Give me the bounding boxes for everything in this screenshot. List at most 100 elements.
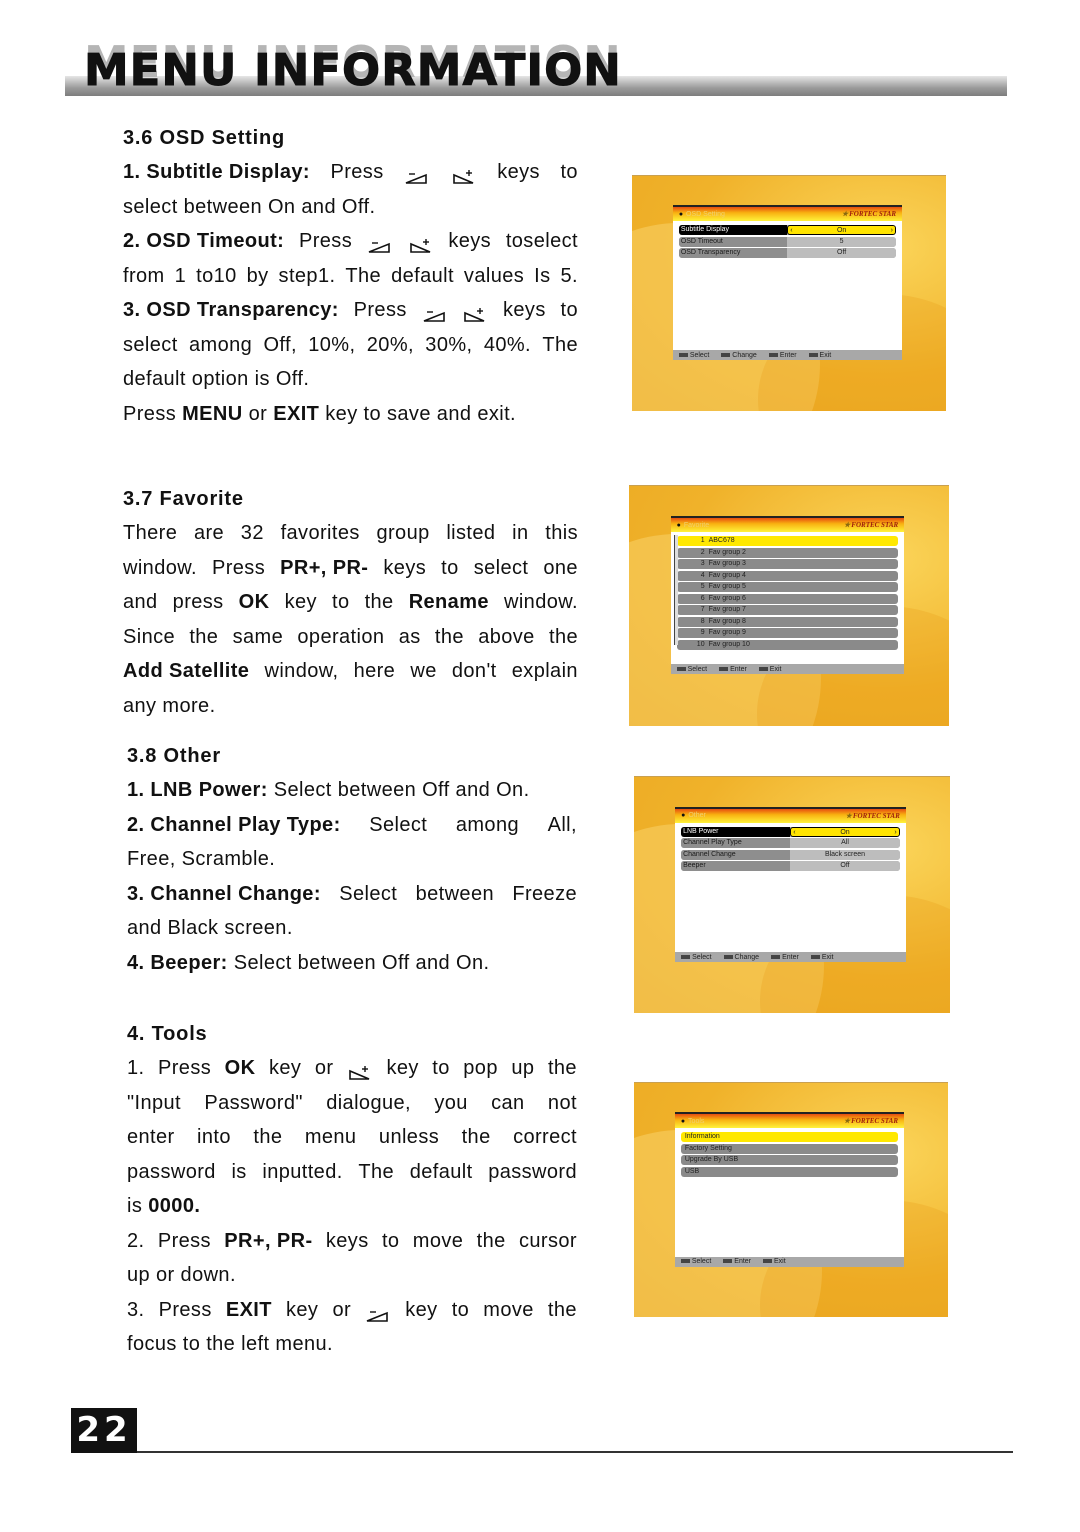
row-value-text: On	[840, 828, 850, 836]
text-word: Press	[157, 1229, 211, 1252]
bold-term: Add Satellite	[123, 660, 250, 682]
osd-key-help: Select Enter Exit	[670, 664, 905, 675]
text-line: 3. OSD Transparency: Press keys to	[123, 293, 578, 328]
text-word: the	[547, 1298, 577, 1321]
row-number: 1	[700, 537, 705, 544]
text-word: Select	[339, 882, 398, 905]
osd-window: Tools FORTEC STAR InformationFactory Setti…	[674, 1112, 905, 1267]
row-number: 2	[700, 548, 705, 556]
row-label: Fav group 7	[708, 606, 746, 613]
brand-logo: FORTEC STAR	[842, 210, 896, 218]
screenshot-tools: Tools FORTEC STAR InformationFactory Setti…	[634, 1082, 948, 1317]
volume-up-icon	[408, 232, 434, 254]
text-word: There	[123, 522, 178, 544]
osd-menu-list: Subtitle Display ‹ On › OSD Timeout 5 OSD Tran…	[673, 221, 902, 350]
text-word: group	[376, 522, 430, 544]
osd-title: Other	[681, 812, 706, 819]
osd-menu-row: OSD Timeout 5	[678, 236, 897, 247]
text-word: 32	[240, 522, 264, 544]
bold-term: MENU	[182, 402, 243, 425]
text-line: 4. Beeper: Select between Off and On.	[127, 946, 577, 981]
text-word: All,	[547, 813, 577, 836]
tools-menu-row: Upgrade By USB	[680, 1155, 899, 1166]
text-word: select	[123, 333, 178, 356]
favorite-group-row: 6 Fav group 6	[676, 593, 899, 604]
bold-term: OK	[238, 591, 270, 613]
text-word: move	[412, 1229, 464, 1252]
text-word: to	[441, 556, 459, 579]
text-word: don't	[451, 660, 497, 682]
key-hint: Select	[677, 666, 707, 673]
text-run: default option is Off.	[123, 368, 310, 390]
text-word: can	[491, 1091, 525, 1114]
row-label: OSD Timeout	[678, 236, 788, 247]
osd-title-bar: Favorite FORTEC STAR	[670, 516, 905, 532]
text-word: you	[434, 1091, 468, 1114]
text-run: Free, Scramble.	[127, 848, 276, 870]
text-word: to	[560, 299, 578, 321]
text-word: keys	[383, 556, 427, 579]
text-word: among	[188, 333, 253, 356]
tools-menu-row: Factory Setting	[680, 1143, 899, 1154]
osd-title: Favorite	[677, 522, 709, 529]
page-title: MENU INFORMATION	[83, 45, 622, 97]
text-word: cursor	[519, 1229, 577, 1252]
text-word: same	[232, 625, 284, 648]
text-word: favorites	[280, 522, 360, 544]
osd-menu-row: Subtitle Display ‹ On ›	[678, 225, 897, 236]
osd-title: OSD Setting	[679, 211, 725, 218]
bold-term: 0000.	[148, 1195, 201, 1217]
section-osd-setting: 3.6 OSD Setting 1. Subtitle Display: Press…	[123, 121, 578, 431]
text-word: up	[511, 1057, 535, 1079]
text-word: the	[189, 625, 219, 648]
text-line: 3. Channel Change: Select between Freeze	[127, 877, 577, 912]
favorite-group-row: 2 Fav group 2	[676, 547, 899, 558]
text-word: Press	[353, 299, 407, 321]
section-heading: 3.6 OSD Setting	[123, 127, 286, 149]
text-word: to	[432, 1057, 450, 1079]
osd-title: Tools	[681, 1118, 704, 1125]
row-label: LNB Power	[681, 826, 791, 837]
text-line: and press OK key to the Rename window.	[123, 585, 578, 620]
row-number: 10	[696, 640, 705, 648]
favorite-group-row: 4 Fav group 4	[676, 570, 899, 581]
row-value-text: On	[836, 227, 847, 235]
text-word: to	[560, 161, 578, 183]
text-line: Press MENU or EXIT key to save and exit.	[123, 397, 578, 432]
text-word: password	[127, 1160, 216, 1183]
bold-term: 4. Beeper:	[127, 951, 228, 974]
row-number: 3	[700, 560, 705, 567]
key-hint: Select	[681, 954, 711, 961]
row-number: 6	[700, 594, 705, 602]
volume-down-icon	[422, 301, 448, 323]
text-word: window.	[123, 556, 197, 579]
text-word: default	[391, 264, 454, 287]
text-run: or	[248, 402, 268, 425]
text-word: Press	[158, 1298, 212, 1321]
text-word: into	[197, 1126, 231, 1148]
osd-menu-list: Information Factory Setting Upgrade By USB…	[675, 1128, 904, 1256]
key-hint: Enter	[723, 1258, 751, 1265]
text-word: among	[455, 813, 519, 836]
text-word: key	[386, 1057, 419, 1079]
row-label: Fav group 5	[708, 583, 746, 590]
row-label: OSD Transparency	[678, 248, 788, 259]
bold-term: OK	[224, 1057, 256, 1079]
chevron-right-icon: ›	[890, 227, 894, 235]
text-word: the	[461, 1126, 491, 1148]
text-word: the	[364, 591, 394, 613]
text-run: any more.	[123, 694, 216, 717]
text-run: is	[127, 1195, 143, 1217]
text-line: 2. OSD Timeout: Press keys toselect	[123, 224, 578, 259]
row-number: 7	[700, 606, 705, 613]
text-word: the	[253, 1126, 283, 1148]
text-line: 3. Press EXIT key or key to move the	[127, 1293, 577, 1328]
row-label: Fav group 8	[708, 617, 746, 625]
row-label: Channel Play Type	[681, 838, 791, 848]
text-word: to	[332, 591, 350, 613]
text-word: dialogue,	[326, 1091, 411, 1114]
text-run: select between On and Off.	[123, 195, 376, 218]
footer-rule	[137, 1451, 1013, 1453]
text-line: "Input Password" dialogue, you can not	[127, 1086, 577, 1121]
text-line: select between On and Off.	[123, 190, 578, 225]
